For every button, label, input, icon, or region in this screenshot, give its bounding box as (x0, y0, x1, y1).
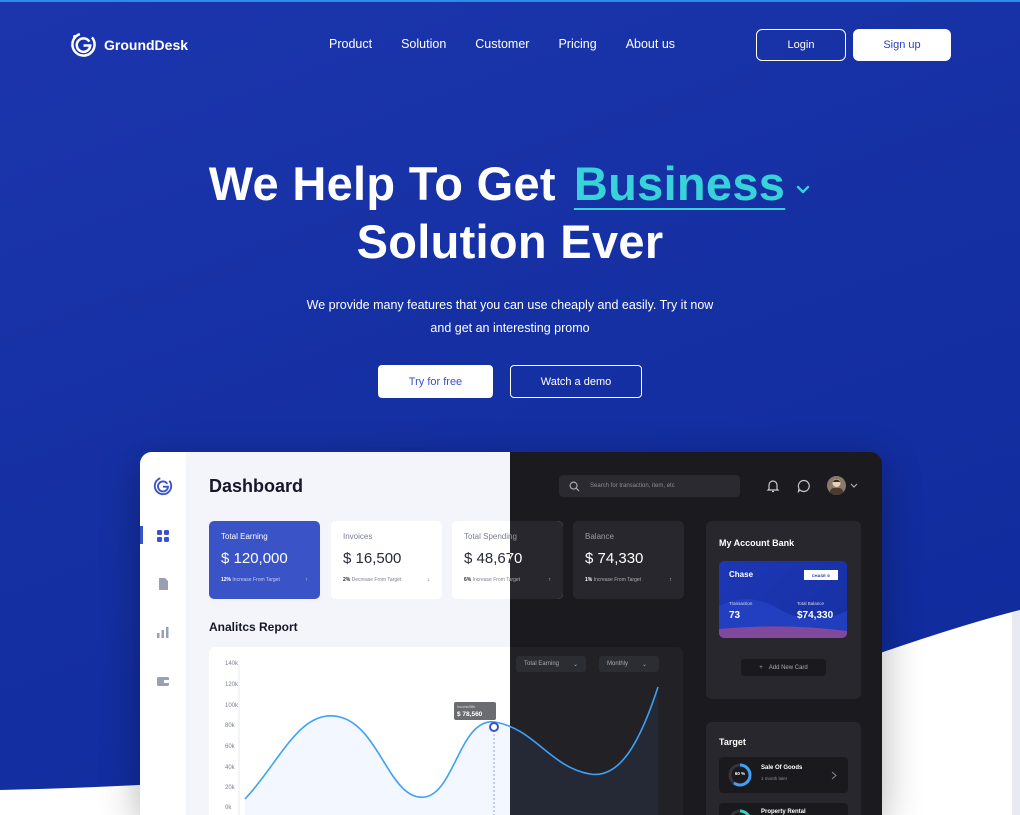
balance-label: Total Balance (797, 601, 825, 606)
dashboard-preview: Dashboard Search for transaction, item, … (140, 452, 882, 815)
transaction-label: Transaction (729, 601, 753, 606)
hero-subtitle-line1: We provide many features that you can us… (306, 298, 714, 312)
goal-sub: 1 month later (761, 776, 788, 781)
chart-area-fill (245, 687, 658, 815)
main-menu: Product Solution Customer Pricing About … (329, 37, 675, 51)
progress-percent: 60 % (734, 771, 746, 776)
signup-button[interactable]: Sign up (853, 29, 951, 61)
menu-item-about-us[interactable]: About us (626, 37, 675, 51)
chevron-down-icon[interactable] (795, 182, 811, 198)
bank-title: My Account Bank (719, 538, 795, 548)
menu-item-pricing[interactable]: Pricing (558, 37, 596, 51)
target-panel: Target 60 % Sale Of Goods 1 month later … (706, 722, 861, 815)
progress-ring (728, 809, 752, 815)
chart-tooltip-value: $ 78,560 (457, 711, 483, 718)
card-badge: CHASE ⊙ (804, 570, 838, 580)
hero-subtitle: We provide many features that you can us… (0, 294, 1020, 340)
chevron-right-icon (831, 771, 837, 780)
goal-name: Property Rental (761, 809, 806, 815)
brand-logo[interactable]: GroundDesk (70, 31, 188, 58)
menu-item-product[interactable]: Product (329, 37, 372, 51)
account-bank-panel: My Account Bank Chase CHASE ⊙ Transactio… (706, 521, 861, 699)
target-item-sale-of-goods[interactable]: 60 % Sale Of Goods 1 month later (719, 757, 848, 793)
hero-title-line2: Solution Ever (356, 215, 664, 268)
plus-icon: + (759, 664, 763, 671)
transaction-value: 73 (729, 610, 741, 621)
watch-demo-button[interactable]: Watch a demo (510, 365, 642, 398)
hero-subtitle-line2: and get an interesting promo (430, 321, 590, 335)
menu-item-solution[interactable]: Solution (401, 37, 446, 51)
card-bank-name: Chase (729, 570, 754, 579)
hero-title-part1: We Help To Get (208, 157, 556, 210)
try-for-free-button[interactable]: Try for free (378, 365, 493, 398)
top-navigation: GroundDesk Product Solution Customer Pri… (0, 0, 1020, 90)
brand-logo-icon (71, 32, 96, 57)
hero-title-accent[interactable]: Business (574, 155, 785, 213)
hero-headline: We Help To Get Business Solution Ever (0, 155, 1020, 271)
brand-name: GroundDesk (104, 36, 189, 53)
add-new-card-button[interactable]: + Add New Card (741, 659, 826, 676)
login-button[interactable]: Login (756, 29, 846, 61)
chart-tooltip-label: Income/Mth (457, 705, 475, 709)
menu-item-customer[interactable]: Customer (475, 37, 529, 51)
target-title: Target (719, 737, 746, 747)
add-card-label: Add New Card (768, 664, 808, 671)
balance-value: $74,330 (797, 610, 834, 621)
chart-point[interactable] (489, 722, 499, 732)
goal-name: Sale Of Goods (761, 765, 803, 771)
bank-card[interactable]: Chase CHASE ⊙ Transaction 73 Total Balan… (719, 561, 847, 638)
target-item-property-rental[interactable]: Property Rental (719, 803, 848, 815)
